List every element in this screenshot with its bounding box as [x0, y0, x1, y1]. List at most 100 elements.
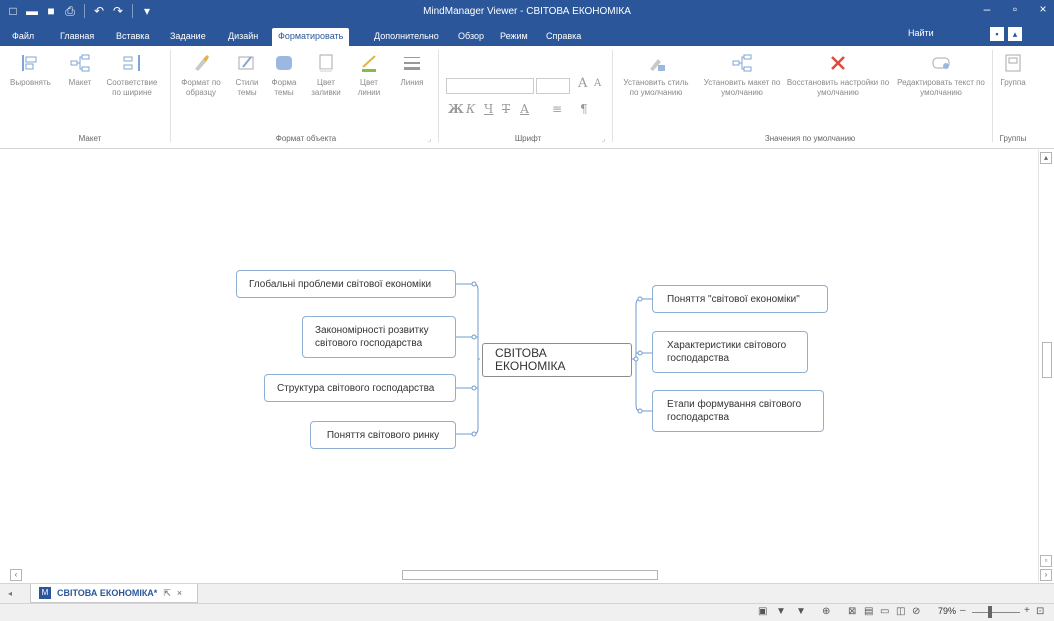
text-effects-icon[interactable]: ¶	[580, 102, 588, 116]
zoom-slider-track[interactable]	[972, 612, 1020, 613]
format-painter-button[interactable]: Формат по образцу	[178, 52, 224, 98]
group-label: Группа	[1000, 78, 1026, 87]
tab-insert[interactable]: Вставка	[110, 28, 155, 46]
central-topic[interactable]: СВІТОВА ЕКОНОМІКА	[482, 343, 632, 377]
align-icon	[19, 52, 41, 74]
topic-left-3[interactable]: Структура світового господарства	[264, 374, 456, 402]
tab-design[interactable]: Дизайн	[222, 28, 264, 46]
topic-right-2[interactable]: Характеристики світового господарства	[652, 331, 808, 373]
group-object-format-label: Формат объекта	[275, 134, 337, 143]
topic-left-2[interactable]: Закономірності розвитку світового господ…	[302, 316, 456, 358]
zoom-slider-thumb[interactable]	[988, 606, 992, 618]
line-color-button[interactable]: Цвет линии	[352, 52, 386, 98]
scroll-corner-icon[interactable]: ▫	[1040, 555, 1052, 567]
bold-button[interactable]: Ж	[448, 102, 464, 116]
group-groups-label: Группы	[999, 134, 1027, 143]
outline-view-icon[interactable]: ▤	[864, 606, 873, 617]
zoom-in-icon[interactable]: +	[1024, 605, 1030, 616]
group-icon	[1002, 52, 1024, 74]
scroll-left-arrow-icon[interactable]: ‹	[10, 569, 22, 581]
task-pane-icon[interactable]: ▣	[758, 606, 767, 617]
fit-map-icon[interactable]: ⊠	[848, 606, 856, 617]
fill-color-icon	[315, 52, 337, 74]
topic-right-3[interactable]: Етапи формування світового господарства	[652, 390, 824, 432]
map-canvas[interactable]: Глобальні проблеми світової економіки За…	[8, 150, 1038, 582]
layout-icon	[69, 52, 91, 74]
filter-options-icon[interactable]: ▼	[796, 606, 806, 617]
italic-button[interactable]: К	[466, 102, 475, 116]
fill-color-button[interactable]: Цвет заливки	[306, 52, 346, 98]
edit-text-icon	[930, 52, 952, 74]
align-text-icon[interactable]: ≡	[552, 102, 562, 116]
zoom-out-icon[interactable]: –	[960, 605, 966, 616]
group-font-label: Шрифт	[514, 134, 542, 143]
layout-button[interactable]: Макет	[62, 52, 98, 88]
window-title: MindManager Viewer - СВІТОВА ЕКОНОМІКА	[423, 6, 631, 17]
pin-tab-icon[interactable]: ⇱	[163, 588, 171, 599]
theme-shape-button[interactable]: Форма темы	[268, 52, 300, 98]
fit-width-button[interactable]: Соответствие по ширине	[104, 52, 160, 98]
ribbon-right-controls: ▪ ▴	[990, 27, 1022, 41]
set-style-icon	[645, 52, 667, 74]
font-launcher-icon[interactable]: ⌟	[602, 135, 605, 143]
tab-home[interactable]: Главная	[54, 28, 100, 46]
minimize-icon[interactable]: –	[980, 2, 994, 16]
underline-button[interactable]: Ч	[484, 102, 493, 116]
edit-default-text-button[interactable]: Редактировать текст по умолчанию	[896, 52, 986, 98]
topic-left-1[interactable]: Глобальні проблеми світової економіки	[236, 270, 456, 298]
focus-topic-icon[interactable]: ⊕	[822, 606, 830, 617]
close-icon[interactable]: ×	[1036, 2, 1050, 16]
group-layout-label: Макет	[78, 134, 102, 143]
tab-review[interactable]: Обзор	[452, 28, 490, 46]
link-map-icon[interactable]: ◫	[896, 606, 905, 617]
line-label: Линия	[400, 78, 424, 87]
theme-styles-icon	[236, 52, 258, 74]
group-separator	[170, 50, 171, 142]
topic-right-1[interactable]: Поняття "світової економіки"	[652, 285, 828, 313]
reset-label: Восстановить настройки по умолчанию	[786, 78, 890, 97]
scroll-right-arrow-icon[interactable]: ›	[1040, 569, 1052, 581]
tab-help[interactable]: Справка	[540, 28, 587, 46]
strike-button[interactable]: Т	[502, 102, 510, 116]
theme-shape-label: Форма темы	[271, 78, 297, 97]
ribbon-tab-bar: Файл Главная Вставка Задание Дизайн Форм…	[0, 26, 1054, 46]
theme-styles-button[interactable]: Стили темы	[232, 52, 262, 98]
scroll-up-arrow-icon[interactable]: ▴	[1040, 152, 1052, 164]
tab-advanced[interactable]: Дополнительно	[368, 28, 445, 46]
tab-scroll-left-icon[interactable]: ◂	[8, 589, 12, 598]
fit-page-icon[interactable]: ⊡	[1036, 606, 1044, 617]
line-button[interactable]: Линия	[396, 52, 428, 88]
fit-width-icon	[121, 52, 143, 74]
tab-file[interactable]: Файл	[6, 28, 40, 46]
tab-task[interactable]: Задание	[164, 28, 212, 46]
reset-defaults-button[interactable]: Восстановить настройки по умолчанию	[786, 52, 890, 98]
tab-format[interactable]: Форматировать	[272, 28, 350, 46]
font-name-combo[interactable]	[446, 78, 534, 94]
topic-left-4[interactable]: Поняття світового ринку	[310, 421, 456, 449]
ribbon-options-icon[interactable]: ▴	[1008, 27, 1022, 41]
find-button[interactable]: Найти	[908, 28, 934, 38]
fit-width-label: Соответствие по ширине	[106, 78, 158, 97]
font-color-button[interactable]: А	[520, 102, 529, 116]
vertical-scroll-thumb[interactable]	[1042, 342, 1052, 378]
shrink-font-button[interactable]: A	[594, 78, 601, 89]
account-icon[interactable]: ▪	[990, 27, 1004, 41]
maximize-icon[interactable]: ▫	[1008, 2, 1022, 16]
filter-icon[interactable]: ▼	[776, 606, 786, 617]
horizontal-scroll-thumb[interactable]	[402, 570, 658, 580]
tab-view[interactable]: Режим	[494, 28, 534, 46]
set-default-style-button[interactable]: Установить стиль по умолчанию	[618, 52, 694, 98]
font-size-combo[interactable]	[536, 78, 570, 94]
align-button[interactable]: Выровнять	[10, 52, 51, 88]
object-format-launcher-icon[interactable]: ⌟	[428, 135, 431, 143]
title-bar: □ ▬ ■ ⎙ ↶ ↷ ▾ MindManager Viewer - СВІТО…	[0, 0, 1054, 26]
document-tab-name: СВІТОВА ЕКОНОМІКА*	[57, 588, 158, 598]
ribbon-panel: Выровнять Макет Соответствие по ширине М…	[0, 46, 1054, 149]
document-tab[interactable]: M СВІТОВА ЕКОНОМІКА* ⇱ ×	[30, 584, 198, 603]
set-default-layout-button[interactable]: Установить макет по умолчанию	[702, 52, 782, 98]
close-tab-button[interactable]: ×	[177, 588, 182, 598]
group-button[interactable]: Группа	[996, 52, 1030, 88]
brainstorm-icon[interactable]: ⊘	[912, 606, 920, 617]
gantt-view-icon[interactable]: ▭	[880, 606, 889, 617]
grow-font-button[interactable]: A	[578, 76, 587, 91]
